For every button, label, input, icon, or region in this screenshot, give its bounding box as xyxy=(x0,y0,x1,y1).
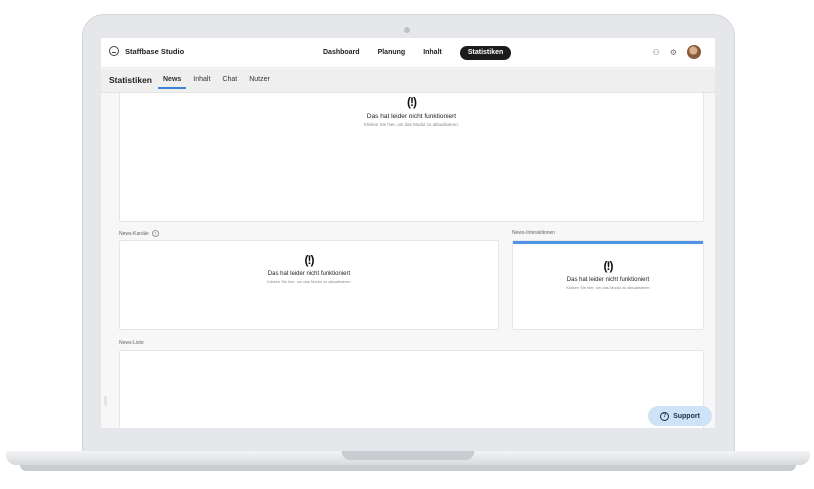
error-hint: Klicken Sie hier, um das Modul zu aktual… xyxy=(363,122,460,127)
news-channels-label: News-Kanäle ? xyxy=(119,230,159,237)
nav-planung[interactable]: Planung xyxy=(378,47,406,59)
overview-module[interactable]: (!) Das hat leider nicht funktioniert Kl… xyxy=(119,92,704,222)
news-list-title: News-Liste xyxy=(119,340,144,346)
loading-bar xyxy=(513,241,703,244)
error-hint: Klicken Sie hier, um das Modul zu aktual… xyxy=(267,279,351,284)
app-screen: Staffbase Studio Dashboard Planung Inhal… xyxy=(101,38,715,428)
brand[interactable]: Staffbase Studio xyxy=(109,46,184,56)
camera-dot xyxy=(404,27,410,33)
laptop-base-shadow xyxy=(20,465,796,471)
nav-dashboard[interactable]: Dashboard xyxy=(323,47,360,59)
top-right-actions: ⚇ ⚙ xyxy=(653,45,701,59)
refresh-error-icon: (!) xyxy=(304,253,315,267)
statistics-subnav: Statistiken News Inhalt Chat Nutzer xyxy=(101,69,715,93)
tab-news[interactable]: News xyxy=(157,76,187,89)
top-navigation: Staffbase Studio Dashboard Planung Inhal… xyxy=(101,38,715,68)
news-interactions-label: News-Interaktionen xyxy=(512,230,555,236)
error-state: (!) Das hat leider nicht funktioniert Kl… xyxy=(120,253,498,284)
news-list-module[interactable] xyxy=(119,350,704,428)
news-interactions-module[interactable]: (!) Das hat leider nicht funktioniert Kl… xyxy=(512,240,704,330)
refresh-error-icon: (!) xyxy=(603,259,614,273)
laptop-notch xyxy=(342,451,474,460)
tab-nutzer[interactable]: Nutzer xyxy=(249,76,270,89)
support-button[interactable]: ? Support xyxy=(648,406,712,426)
gear-icon[interactable]: ⚙ xyxy=(670,48,677,57)
users-icon[interactable]: ⚇ xyxy=(653,48,660,57)
avatar[interactable] xyxy=(687,45,701,59)
news-channels-module[interactable]: (!) Das hat leider nicht funktioniert Kl… xyxy=(119,240,499,330)
news-list-label: News-Liste xyxy=(119,340,144,346)
news-channels-title: News-Kanäle xyxy=(119,230,149,237)
error-state: (!) Das hat leider nicht funktioniert Kl… xyxy=(120,95,703,127)
error-state: (!) Das hat leider nicht funktioniert Kl… xyxy=(513,259,703,290)
tab-chat[interactable]: Chat xyxy=(222,76,237,89)
staffbase-logo-icon xyxy=(109,46,119,56)
error-title: Das hat leider nicht funktioniert xyxy=(366,113,457,120)
support-label: Support xyxy=(673,412,700,420)
error-title: Das hat leider nicht funktioniert xyxy=(566,277,650,283)
news-interactions-title: News-Interaktionen xyxy=(512,230,556,236)
tab-inhalt[interactable]: Inhalt xyxy=(193,76,210,89)
page-title: Statistiken xyxy=(109,75,152,85)
statistics-content: (!) Das hat leider nicht funktioniert Kl… xyxy=(101,92,715,428)
main-menu: Dashboard Planung Inhalt Statistiken xyxy=(323,46,512,60)
statistics-tabs: News Inhalt Chat Nutzer xyxy=(157,76,270,89)
scroll-handle[interactable] xyxy=(104,396,107,406)
error-hint: Klicken Sie hier, um das Modul zu aktual… xyxy=(566,285,650,290)
laptop-mockup: Staffbase Studio Dashboard Planung Inhal… xyxy=(0,0,814,489)
refresh-error-icon: (!) xyxy=(407,95,417,109)
brand-name: Staffbase Studio xyxy=(125,46,185,56)
nav-inhalt[interactable]: Inhalt xyxy=(423,47,442,59)
nav-statistiken[interactable]: Statistiken xyxy=(459,46,512,60)
help-icon[interactable]: ? xyxy=(151,230,159,237)
question-icon: ? xyxy=(660,411,670,421)
error-title: Das hat leider nicht funktioniert xyxy=(267,271,351,277)
